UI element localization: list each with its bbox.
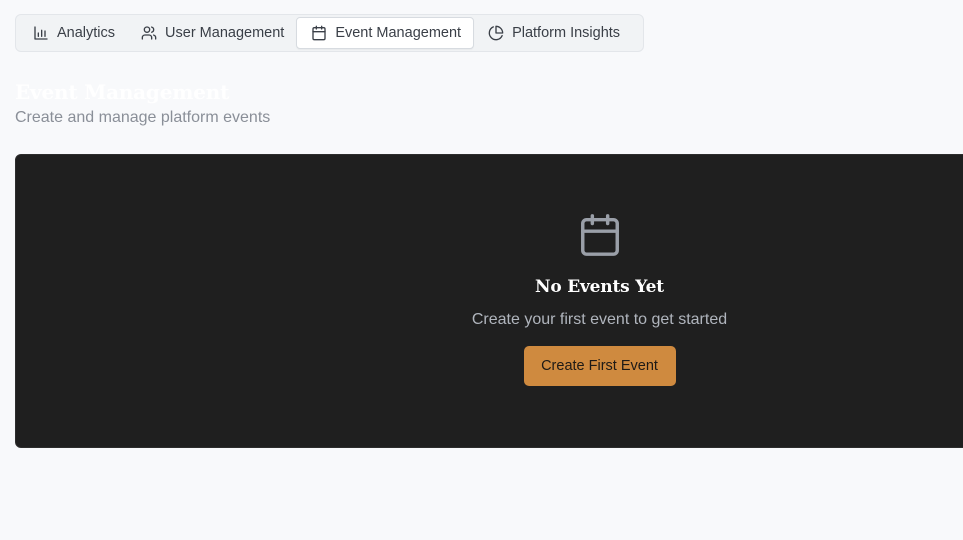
tab-platform-insights[interactable]: Platform Insights [474, 17, 632, 49]
tab-user-management[interactable]: User Management [127, 17, 296, 49]
tab-analytics-label: Analytics [57, 25, 116, 41]
empty-state-description: Create your first event to get started [471, 311, 728, 328]
tab-analytics[interactable]: Analytics [19, 17, 127, 49]
bar-chart-icon [34, 26, 48, 40]
empty-state: No Events Yet Create your first event to… [16, 155, 963, 447]
events-panel: No Events Yet Create your first event to… [15, 154, 963, 448]
users-icon [141, 26, 157, 40]
tab-event-management-label: Event Management [335, 25, 462, 41]
calendar-icon [580, 214, 619, 256]
create-first-event-button[interactable]: Create First Event [523, 346, 676, 386]
tab-event-management[interactable]: Event Management [296, 17, 475, 49]
tab-bar: Analytics User Management Event Manageme… [15, 14, 644, 52]
empty-state-title: No Events Yet [535, 277, 664, 297]
pie-chart-icon [488, 25, 504, 41]
page-subtitle: Create and manage platform events [15, 109, 271, 126]
calendar-icon [312, 25, 326, 41]
tab-platform-insights-label: Platform Insights [512, 25, 621, 41]
tab-user-management-label: User Management [165, 25, 285, 41]
page-title: Event Management [15, 80, 230, 104]
